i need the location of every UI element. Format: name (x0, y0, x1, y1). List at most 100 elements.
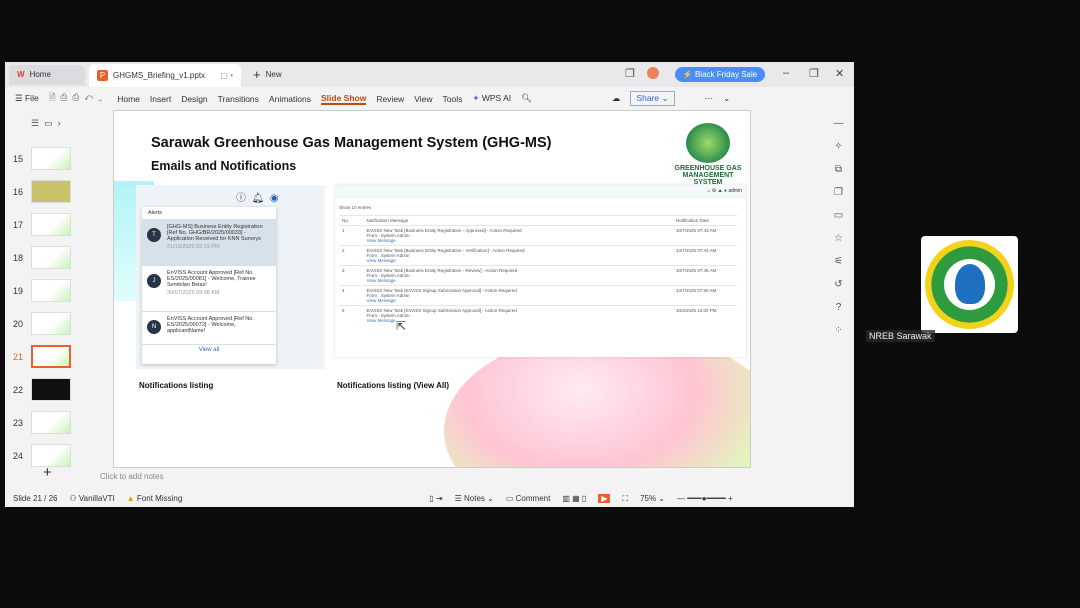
new-tab-button[interactable]: + New (245, 65, 290, 85)
font-missing-indicator[interactable]: ▲ Font Missing (127, 494, 183, 503)
history-icon[interactable]: ↺ (834, 279, 842, 290)
slide-number: 16 (13, 186, 24, 197)
header-icons: ⌂ ⚙ ▲ ● admin (707, 188, 742, 194)
zoom-level[interactable]: 75% ⌄ (640, 494, 665, 503)
file-menu[interactable]: ☰ File (15, 93, 39, 104)
notes-button[interactable]: ☰ Notes ⌄ (455, 494, 494, 503)
slide-number: 21 (13, 351, 24, 362)
table-row: 3 EnVISS New Task [Business Entity Regist… (339, 265, 737, 286)
help-icon[interactable]: ? (836, 302, 842, 313)
wps-ai-button[interactable]: ✦ WPS AI (472, 93, 511, 104)
panel-view-icons[interactable]: ☰ ▭ › (31, 118, 61, 129)
zoom-slider[interactable]: — ━━━●━━━━ + (677, 494, 733, 503)
col-date: Notification Date (673, 215, 737, 226)
wand-icon[interactable]: ✧ (834, 141, 842, 152)
copy-icon[interactable]: ❐ (834, 187, 843, 198)
row-message: EnVISS New Task [Business Entity Registr… (363, 225, 673, 246)
avatar: J (147, 274, 161, 288)
menu-animations[interactable]: Animations (269, 94, 311, 104)
globe-icon (686, 123, 730, 163)
menu-insert[interactable]: Insert (150, 94, 171, 104)
notifications-table: No. Notification Message Notification Date… (339, 215, 737, 325)
tab-home[interactable]: W Home (9, 64, 85, 85)
collapse-ribbon-icon[interactable]: ⌄ (723, 93, 730, 104)
thumbnail-24[interactable]: 24 (13, 444, 72, 467)
thumbnail-17[interactable]: 17 (13, 213, 72, 236)
fit-icon[interactable]: ⛶ (622, 494, 628, 504)
play-slideshow-button[interactable]: ▶ (598, 494, 611, 503)
thumbnail-15[interactable]: 15 (13, 147, 72, 170)
menu-tools[interactable]: Tools (442, 94, 462, 104)
slide-canvas[interactable]: Sarawak Greenhouse Gas Management System… (113, 110, 751, 468)
thumbnail-23[interactable]: 23 (13, 411, 72, 434)
caption-left: Notifications listing (139, 381, 214, 390)
table-row: 1 EnVISS New Task [Business Entity Regist… (339, 225, 737, 246)
thumbnail-20[interactable]: 20 (13, 312, 72, 335)
logo-emblem (955, 264, 985, 304)
view-icons[interactable]: ▯ ⇥ (429, 494, 442, 503)
maximize-button[interactable]: ❐ (809, 67, 819, 80)
menu-transitions[interactable]: Transitions (218, 94, 259, 104)
more-icon[interactable]: ⋯ (705, 93, 714, 104)
wps-window: W Home P GHGMS_Briefing_v1.pptx ▢ • + New ⚡ … (5, 62, 854, 507)
wps-ai-label: WPS AI (481, 93, 512, 103)
slide-title: Sarawak Greenhouse Gas Management System… (151, 135, 552, 151)
thumbnail-18[interactable]: 18 (13, 246, 72, 269)
minimize-button[interactable]: – (783, 67, 789, 79)
menu-design[interactable]: Design (181, 94, 207, 104)
table-header: No. Notification Message Notification Date (339, 215, 737, 226)
entries-select: Show 10 entries (339, 205, 372, 210)
participant-video (921, 236, 1018, 333)
menu-home[interactable]: Home (117, 94, 140, 104)
status-bar: Slide 21 / 26 ⚇ VanillaVTI ▲ Font Missin… (5, 490, 854, 507)
menu-view[interactable]: View (414, 94, 432, 104)
restore-icon[interactable]: ❐ (625, 67, 635, 80)
thumbnail-22[interactable]: 22 (13, 378, 72, 401)
thumbnail-16[interactable]: 16 (13, 180, 72, 203)
font-missing-label: Font Missing (136, 494, 183, 503)
thumbnail-image (31, 411, 72, 434)
quick-access-icons[interactable]: 🗎⎙⎙↶⌄ (49, 92, 108, 106)
star-icon[interactable]: ☆ (834, 233, 843, 244)
header-icons: ⓘ 🔔︎ ◉ (236, 193, 279, 204)
avatar: T (147, 228, 161, 242)
close-tab-icon[interactable]: ▢ • (220, 71, 233, 80)
row-no: 5 (339, 305, 364, 325)
slide-thumbnails-panel: ☰ ▭ › 15 16 17 18 19 20 21 22 23 24 + (5, 110, 95, 488)
promo-button[interactable]: ⚡ Black Friday Sale (675, 67, 765, 82)
search-icon[interactable]: 🔍︎ (521, 93, 532, 104)
user-name: admin (728, 188, 742, 194)
comment-button[interactable]: ▭ Comment (506, 494, 550, 503)
theme-label: VanillaVTI (78, 494, 115, 503)
avatar: N (147, 320, 161, 334)
mouse-cursor-icon: ⇱ (396, 319, 407, 333)
close-button[interactable]: ✕ (835, 67, 844, 80)
collapse-icon[interactable]: — (834, 118, 844, 129)
slide-number: 17 (13, 219, 24, 230)
view-message-link: View Message (366, 298, 396, 303)
grid-icon[interactable]: ⁘ (834, 325, 842, 336)
thumbnail-19[interactable]: 19 (13, 279, 72, 302)
cloud-icon[interactable]: ☁ (612, 93, 621, 104)
avatar[interactable] (647, 67, 659, 79)
col-no: No. (339, 215, 364, 226)
thumbnail-21[interactable]: 21 (13, 345, 72, 368)
settings-icon[interactable]: ⚟ (834, 256, 843, 267)
comment-icon[interactable]: ▭ (834, 210, 843, 221)
participant-name: NREB Sarawak (866, 330, 935, 342)
menu-review[interactable]: Review (376, 94, 404, 104)
notes-field[interactable]: Click to add notes (100, 472, 164, 481)
add-slide-button[interactable]: + (43, 464, 52, 481)
tab-label: GHGMS_Briefing_v1.pptx (113, 71, 206, 80)
row-no: 2 (339, 245, 364, 266)
share-button[interactable]: Share ⌄ (630, 91, 675, 106)
notes-label: Notes (464, 494, 485, 503)
warning-icon: ▲ (126, 494, 135, 503)
layout-view-icons[interactable]: ▥ ▦ ▯ (562, 494, 586, 503)
transform-icon[interactable]: ⧉ (835, 164, 842, 175)
theme-indicator[interactable]: ⚇ VanillaVTI (69, 494, 114, 503)
row-date: 10/7/2025 07:44 AM (673, 245, 737, 266)
menu-slide-show[interactable]: Slide Show (320, 93, 367, 105)
row-date: 10/7/2025 07:46 AM (673, 265, 737, 286)
tab-document[interactable]: P GHGMS_Briefing_v1.pptx ▢ • (89, 64, 241, 87)
